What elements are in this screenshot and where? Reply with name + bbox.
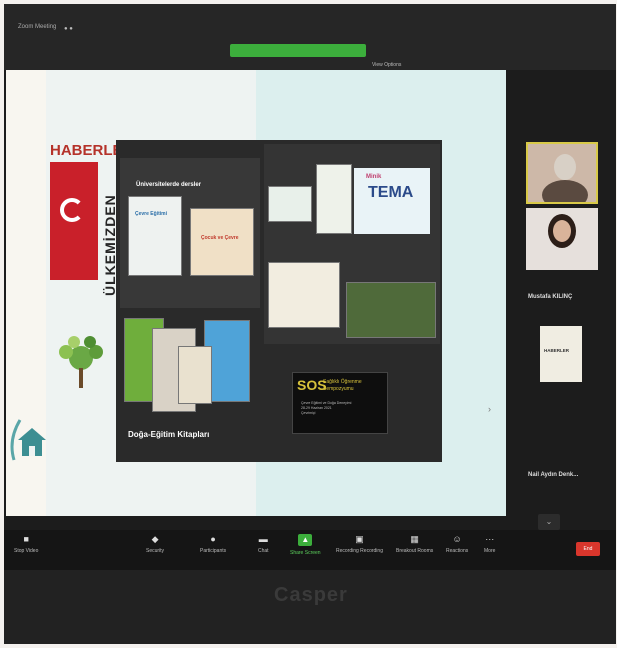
participant-video-1[interactable] [526, 142, 598, 204]
screen-share-banner[interactable] [230, 44, 366, 57]
security-status-icon[interactable]: ● ● [64, 26, 73, 32]
zoom-top-bar: Zoom Meeting ● ● View Options [4, 4, 616, 70]
participant-logo-text: HABERLER [544, 348, 570, 353]
forest-photo [346, 282, 436, 338]
smiley-icon: ☺ [452, 534, 462, 544]
sos-title: Sağlıklı Öğrenme Sempozyumu [323, 379, 362, 393]
nature-books-label: Doğa-Eğitim Kitapları [128, 430, 210, 439]
chat-icon: ▬ [258, 534, 268, 544]
view-options-menu[interactable]: View Options [372, 62, 401, 68]
sos-details: Çevre Eğitimi ve Doğa Deneyimi 28-29 Haz… [301, 401, 351, 416]
participant-logo-tile[interactable]: HABERLER [540, 326, 582, 382]
participants-button[interactable]: ● Participants [200, 534, 226, 554]
breakout-rooms-button[interactable]: ▦ Breakout Rooms [396, 534, 433, 554]
book-title: Çocuk ve Çevre [201, 235, 239, 241]
record-label: Recording Recording [336, 548, 383, 554]
slide-nav-icon[interactable]: › [488, 404, 491, 414]
more-button[interactable]: ··· More [484, 534, 495, 554]
laptop-screen: Zoom Meeting ● ● View Options HABERLER Ü… [4, 4, 616, 644]
sos-detail-line-3: Çevrimiçi [301, 411, 316, 415]
sos-title-line-1: Sağlıklı Öğrenme [323, 379, 362, 385]
laptop-bezel: Casper [4, 570, 616, 644]
chat-button[interactable]: ▬ Chat [258, 534, 269, 554]
minik-tema-logo: Minik TEMA [354, 168, 430, 234]
participants-icon: ● [210, 534, 216, 544]
breakout-label: Breakout Rooms [396, 548, 434, 554]
more-icon: ··· [485, 534, 495, 544]
participant-panel: Mustafa KILINÇ HABERLER Nail Aydın Denk.… [506, 70, 616, 526]
participants-label: Participants [200, 548, 227, 554]
chat-label: Chat [258, 548, 269, 554]
sos-title-line-2: Sempozyumu [323, 386, 354, 392]
photo-frame: Zoom Meeting ● ● View Options HABERLER Ü… [0, 0, 617, 648]
share-screen-icon: ▲ [298, 534, 313, 546]
security-label: Security [146, 548, 165, 554]
globe-image [268, 186, 312, 222]
reactions-button[interactable]: ☺ Reactions [446, 534, 468, 554]
tema-small-text: Minik [366, 174, 382, 180]
window-title: Zoom Meeting [18, 24, 57, 30]
tree-illustration [316, 164, 352, 234]
participant-body [542, 180, 588, 202]
universities-label: Üniversitelerde dersler [136, 182, 202, 188]
tema-text: TEMA [368, 184, 414, 201]
book-title: Çevre Eğitimi [135, 211, 167, 217]
more-label: More [484, 548, 496, 554]
crescent-icon [60, 198, 84, 222]
stop-video-label: Stop Video [14, 548, 39, 554]
book-cover-cevre-egitimi: Çevre Eğitimi [128, 196, 182, 276]
flower-poster [268, 262, 340, 328]
participant-name-nail: Nail Aydın Denk... [528, 472, 579, 478]
record-icon: ▣ [355, 534, 364, 544]
meeting-toolbar: ■ Stop Video ◆ Security ● Participants ▬… [4, 530, 616, 570]
slide-board: Üniversitelerde dersler Çevre Eğitimi Ço… [116, 140, 442, 462]
grid-icon: ▦ [410, 534, 419, 544]
share-screen-label: Share Screen [290, 550, 321, 556]
reactions-label: Reactions [446, 548, 469, 554]
book-cover-animals [178, 346, 212, 404]
hands-tree-logo [59, 336, 103, 388]
shield-icon: ◆ [151, 534, 159, 544]
participant-face [554, 154, 576, 180]
participant-video-2[interactable] [526, 208, 598, 270]
participant-face [553, 220, 571, 242]
participant-name-mustafa: Mustafa KILINÇ [528, 294, 573, 300]
security-button[interactable]: ◆ Security [146, 534, 164, 554]
share-screen-button[interactable]: ▲ Share Screen [290, 534, 321, 556]
shared-screen: HABERLER ÜLKEMİZDEN Üniversitelerde ders… [6, 70, 506, 516]
chevron-down-icon[interactable]: ⌄ [538, 514, 560, 530]
record-button[interactable]: ▣ Recording Recording [336, 534, 383, 554]
sos-symposium-card: SOS Sağlıklı Öğrenme Sempozyumu Çevre Eğ… [292, 372, 388, 434]
house-icon [10, 419, 46, 461]
end-meeting-button[interactable]: End [576, 542, 600, 556]
stop-video-button[interactable]: ■ Stop Video [14, 534, 38, 554]
laptop-brand: Casper [274, 584, 348, 606]
video-camera-icon: ■ [23, 534, 29, 544]
book-cover-cocuk-ve-cevre: Çocuk ve Çevre [190, 208, 254, 276]
